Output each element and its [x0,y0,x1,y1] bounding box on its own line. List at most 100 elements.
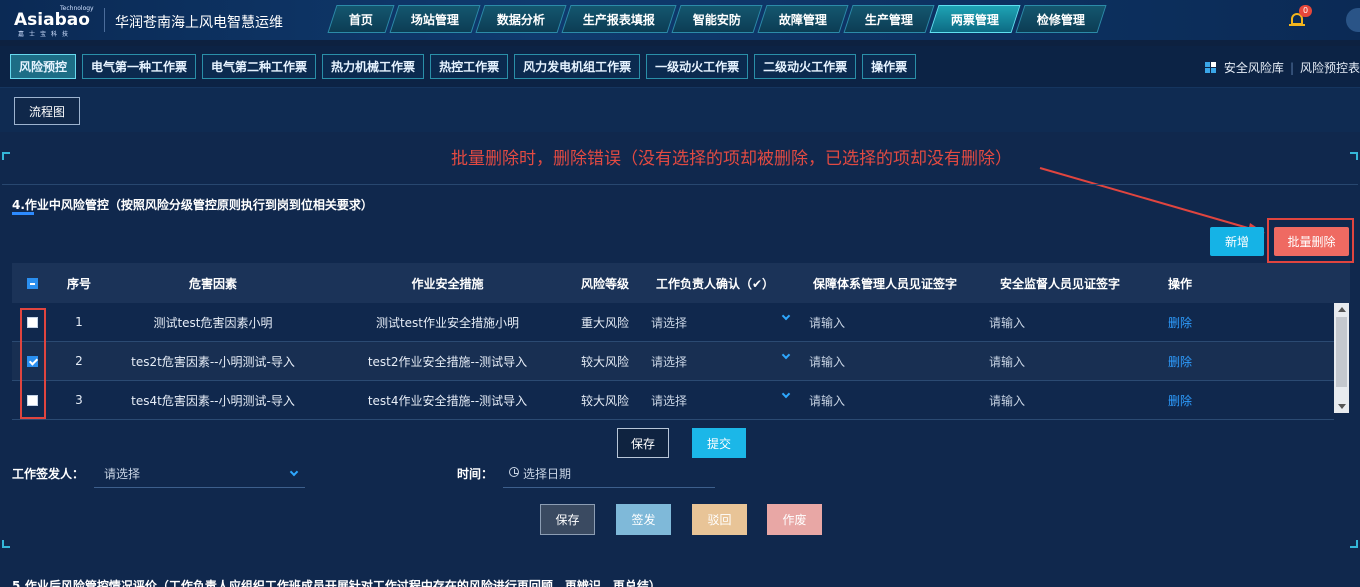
issuer-label: 工作签发人： [12,467,85,481]
ticket-tab[interactable]: 一级动火工作票 [646,54,749,79]
table-row: 1 测试test危害因素小明 测试test作业安全措施小明 重大风险 请选择 请输入 请输入… [12,303,1334,342]
nav-item[interactable]: 数据分析 [475,5,567,33]
row-hazard: 测试test危害因素小明 [153,315,273,330]
flow-strip: 流程图 [0,88,1360,132]
nav-item-label: 故障管理 [779,12,828,27]
row-hazard: tes4t危害因素--小明测试-导入 [131,393,295,408]
grid-icon [1204,62,1216,73]
issuer-placeholder: 请选择 [104,467,141,481]
header-no: 序号 [66,276,91,291]
nav-item[interactable]: 场站管理 [389,5,481,33]
save-button[interactable]: 保存 [540,504,595,535]
table-submit-button[interactable]: 提交 [692,428,746,458]
delete-row-link[interactable]: 删除 [1145,353,1215,370]
supervise-signature-input[interactable]: 请输入 [975,314,1145,331]
confirm-placeholder: 请选择 [651,393,688,408]
select-all-checkbox[interactable] [26,278,38,289]
app-title: 华润苍南海上风电智慧运维 [115,15,283,31]
nav-item[interactable]: 检修管理 [1015,5,1107,33]
date-picker-input[interactable]: 选择日期 [503,462,715,488]
row-no: 1 [75,315,83,329]
ticket-tab[interactable]: 热力机械工作票 [322,54,425,79]
confirm-select[interactable]: 请选择 [635,342,795,380]
guarantee-signature-input[interactable]: 请输入 [795,353,975,370]
user-avatar[interactable] [1346,8,1360,32]
nav-item[interactable]: 生产报表填报 [561,5,677,33]
header-supervise: 安全监督人员见证签字 [999,276,1120,291]
scroll-thumb[interactable] [1336,317,1347,387]
frame-corner [2,540,10,548]
confirm-select[interactable]: 请选择 [635,381,795,419]
nav-item[interactable]: 智能安防 [671,5,763,33]
sign-button[interactable]: 签发 [616,504,671,535]
date-placeholder: 选择日期 [523,467,572,481]
nav-item[interactable]: 两票管理 [929,5,1021,33]
bug-annotation: 批量删除时，删除错误（没有选择的项却被删除，已选择的项却没有删除） [451,149,1012,169]
delete-row-link[interactable]: 删除 [1145,392,1215,409]
ticket-tab[interactable]: 操作票 [862,54,917,79]
issuer-select[interactable]: 请选择 [94,462,305,488]
main-nav: 首页 场站管理 数据分析 生产报表填报 智能安防 故障管理 生产管理 两票管理 检修管理 [327,5,1107,33]
add-button[interactable]: 新增 [1210,227,1264,256]
flowchart-button[interactable]: 流程图 [14,97,80,125]
nav-item-label: 智能安防 [693,12,742,27]
risk-links: 安全风险库 | 风险预控表 [1204,59,1360,76]
risk-table: 序号 危害因素 作业安全措施 风险等级 工作负责人确认（✔） 保障体系管理人员见… [12,263,1350,420]
chevron-down-icon [289,467,299,477]
ticket-tab[interactable]: 电气第一种工作票 [82,54,197,79]
header-confirm: 工作负责人确认（✔） [655,276,775,291]
supervise-signature-input[interactable]: 请输入 [975,392,1145,409]
ticket-tab[interactable]: 风力发电机组工作票 [514,54,641,79]
guarantee-signature-input[interactable]: 请输入 [795,314,975,331]
table-save-button[interactable]: 保存 [617,428,669,458]
header-guarantee: 保障体系管理人员见证签字 [812,276,957,291]
confirm-select[interactable]: 请选择 [635,303,795,341]
nav-item-label: 两票管理 [951,12,1000,27]
next-section-title: 5.作业后风险管控情况评价（工作负责人应组织工作班成员开展针对工作过程中存在的风… [12,579,661,587]
header-hazard: 危害因素 [188,276,237,291]
nav-item-label: 检修管理 [1037,12,1086,27]
ticket-tab[interactable]: 风险预控 [10,54,77,79]
ticket-tab[interactable]: 电气第二种工作票 [202,54,317,79]
ticket-tabs: 风险预控 电气第一种工作票 电气第二种工作票 热力机械工作票 热控工作票 风力发电机组工作… [10,54,917,79]
notification-bell-icon[interactable]: 0 [1287,5,1312,30]
scroll-up-icon[interactable] [1338,307,1346,312]
ticket-tab[interactable]: 热控工作票 [430,54,509,79]
supervise-signature-input[interactable]: 请输入 [975,353,1145,370]
void-button[interactable]: 作废 [767,504,822,535]
nav-item[interactable]: 首页 [327,5,395,33]
table-row: 3 tes4t危害因素--小明测试-导入 test4作业安全措施--测试导入 较大风险… [12,381,1334,420]
row-no: 2 [75,354,83,368]
scroll-down-icon[interactable] [1338,404,1346,409]
row-level: 重大风险 [580,315,629,330]
row-level: 较大风险 [580,393,629,408]
return-button[interactable]: 驳回 [692,504,747,535]
nav-item-label: 数据分析 [497,12,546,27]
chevron-down-icon [781,350,791,360]
nav-item[interactable]: 生产管理 [843,5,935,33]
risk-library-link[interactable]: 安全风险库 [1224,59,1284,76]
table-scrollbar[interactable] [1334,303,1349,413]
batch-delete-button[interactable]: 批量删除 [1274,227,1349,256]
title-underline [12,212,34,215]
guarantee-signature-input[interactable]: 请输入 [795,392,975,409]
top-header: Technology Asiabao 嘉士宝科技 华润苍南海上风电智慧运维 首页… [0,0,1360,40]
nav-item[interactable]: 故障管理 [757,5,849,33]
risk-template-link[interactable]: 风险预控表 [1300,59,1360,76]
nav-item-label: 首页 [349,12,374,27]
sub-nav: 风险预控 电气第一种工作票 电气第二种工作票 热力机械工作票 热控工作票 风力发电机组工作… [0,46,1360,88]
frame-corner [2,152,10,160]
section-divider [2,184,1358,185]
table-header: 序号 危害因素 作业安全措施 风险等级 工作负责人确认（✔） 保障体系管理人员见… [12,263,1350,303]
table-row: 2 tes2t危害因素--小明测试-导入 test2作业安全措施--测试导入 较大风险… [12,342,1334,381]
row-measure: test4作业安全措施--测试导入 [367,393,528,408]
row-no: 3 [75,393,83,407]
chevron-down-icon [781,389,791,399]
nav-item-label: 生产报表填报 [583,12,656,27]
delete-row-link[interactable]: 删除 [1145,314,1215,331]
ticket-tab[interactable]: 二级动火工作票 [754,54,857,79]
frame-corner [1350,540,1358,548]
table-body: 1 测试test危害因素小明 测试test作业安全措施小明 重大风险 请选择 请输入 请输入… [12,303,1334,420]
link-separator: | [1289,60,1294,75]
chevron-down-icon [781,311,791,321]
